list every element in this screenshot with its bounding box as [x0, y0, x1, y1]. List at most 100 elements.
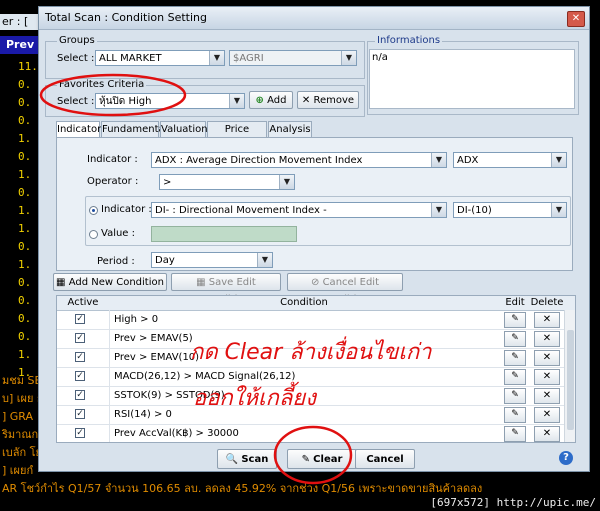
chevron-down-icon: ▼: [257, 253, 272, 267]
delete-icon[interactable]: ✕: [534, 388, 560, 404]
close-icon[interactable]: ✕: [567, 11, 585, 27]
edit-icon[interactable]: ✎: [504, 331, 526, 347]
background-number-column: 11. 0. 0. 0. 1. 0. 1. 0. 1. 1. 0. 1. 0. 0. 0. 0. 1. 1.: [0, 58, 40, 382]
chevron-down-icon: ▼: [209, 51, 224, 65]
delete-icon[interactable]: ✕: [534, 350, 560, 366]
tab-indicator[interactable]: Indicator: [56, 121, 101, 138]
active-checkbox[interactable]: ✓: [75, 371, 85, 381]
chevron-down-icon: ▼: [279, 175, 294, 189]
add-condition-label: Add New Condition: [68, 277, 164, 288]
table-scrollbar-thumb[interactable]: [567, 330, 574, 430]
active-checkbox[interactable]: ✓: [75, 352, 85, 362]
operator-select[interactable]: > ▼: [159, 174, 295, 190]
compare-indicator-label: Indicator :: [101, 204, 152, 215]
indicator-select[interactable]: ADX : Average Direction Movement Index ▼: [151, 152, 447, 168]
tab-valuation[interactable]: Valuation: [160, 121, 208, 137]
active-checkbox[interactable]: ✓: [75, 390, 85, 400]
edit-icon[interactable]: ✎: [504, 426, 526, 442]
search-icon: 🔍: [225, 454, 239, 465]
period-select[interactable]: Day ▼: [151, 252, 273, 268]
cancel-icon: ⊘: [311, 277, 320, 288]
active-checkbox[interactable]: ✓: [75, 333, 85, 343]
background-number: 1.: [18, 258, 32, 271]
background-number: 1.: [18, 168, 32, 181]
tab-analysis[interactable]: Analysis: [268, 121, 312, 137]
delete-icon[interactable]: ✕: [534, 312, 560, 328]
condition-text: Prev AccVal(K฿) > 30000: [109, 424, 504, 442]
chevron-down-icon: ▼: [431, 203, 446, 217]
remove-favorite-button[interactable]: ✕ Remove: [297, 91, 359, 109]
chevron-down-icon: ▼: [551, 203, 566, 217]
compare-indicator-value: DI- : Directional Movement Index -: [155, 205, 327, 216]
informations-value: n/a: [372, 52, 388, 63]
table-scrollbar[interactable]: [564, 310, 575, 442]
chevron-down-icon: ▼: [229, 94, 244, 108]
background-number: 1.: [18, 222, 32, 235]
background-number: 11.: [18, 60, 38, 73]
background-number: 0.: [18, 150, 32, 163]
value-radio[interactable]: [89, 230, 98, 239]
header-delete: Delete: [530, 297, 564, 308]
compare-indicator-radio[interactable]: [89, 206, 98, 215]
favorites-label: Favorites Criteria: [57, 79, 147, 90]
compare-param-select[interactable]: DI-(10) ▼: [453, 202, 567, 218]
indicator-param-select[interactable]: ADX ▼: [453, 152, 567, 168]
cancel-button-label: Cancel: [366, 454, 404, 465]
cancel-edit-condition-button[interactable]: ⊘ Cancel Edit Condition: [287, 273, 403, 305]
favorites-select[interactable]: หุ้นปิด High ▼: [95, 93, 245, 109]
table-row[interactable]: ✓ High > 0 ✎ ✕: [57, 310, 567, 330]
remove-button-label: Remove: [313, 95, 355, 106]
group-select[interactable]: ALL MARKET ▼: [95, 50, 225, 66]
delete-icon[interactable]: ✕: [534, 331, 560, 347]
background-number: 0.: [18, 240, 32, 253]
background-number: 0.: [18, 78, 32, 91]
group-select-value: ALL MARKET: [99, 53, 162, 64]
compare-indicator-select[interactable]: DI- : Directional Movement Index - ▼: [151, 202, 447, 218]
help-icon[interactable]: ?: [559, 451, 573, 465]
subgroup-select: $AGRI ▼: [229, 50, 357, 66]
background-number: 0.: [18, 276, 32, 289]
chevron-down-icon: ▼: [551, 153, 566, 167]
background-number: 0.: [18, 186, 32, 199]
add-icon: ⊕: [255, 95, 264, 106]
informations-textarea[interactable]: n/a: [369, 49, 575, 109]
active-checkbox[interactable]: ✓: [75, 314, 85, 324]
condition-text: High > 0: [109, 310, 504, 329]
cancel-button[interactable]: Cancel: [355, 449, 415, 469]
add-favorite-button[interactable]: ⊕ Add: [249, 91, 293, 109]
header-edit: Edit: [505, 297, 525, 308]
add-condition-button[interactable]: ▦ Add New Condition: [53, 273, 167, 291]
clear-button[interactable]: ✎ Clear: [287, 449, 357, 469]
delete-icon[interactable]: ✕: [534, 426, 560, 442]
edit-icon[interactable]: ✎: [504, 350, 526, 366]
delete-icon[interactable]: ✕: [534, 407, 560, 423]
conditions-table: Active Condition Edit Delete ✓ High > 0 ✎ ✕…: [56, 295, 576, 443]
delete-icon[interactable]: ✕: [534, 369, 560, 385]
background-number: 1.: [18, 204, 32, 217]
conditions-table-header: Active Condition Edit Delete: [57, 296, 575, 311]
edit-icon[interactable]: ✎: [504, 369, 526, 385]
background-number: 0.: [18, 294, 32, 307]
dialog-title: Total Scan : Condition Setting: [45, 11, 208, 24]
background-number: 1.: [18, 132, 32, 145]
header-condition: Condition: [280, 297, 328, 308]
group-select-label: Select :: [57, 53, 95, 64]
add-button-label: Add: [267, 95, 287, 106]
active-checkbox[interactable]: ✓: [75, 428, 85, 438]
annotation-text-line2: ออกให้เกลี้ยง: [193, 386, 316, 411]
active-checkbox[interactable]: ✓: [75, 409, 85, 419]
tab-price-pattern[interactable]: Price Pattern: [207, 121, 267, 150]
value-input[interactable]: [151, 226, 297, 242]
header-active: Active: [67, 297, 99, 308]
edit-icon[interactable]: ✎: [504, 312, 526, 328]
tab-fundamental[interactable]: Fundamental: [101, 121, 167, 137]
edit-icon[interactable]: ✎: [504, 407, 526, 423]
clear-icon: ✎: [301, 454, 310, 465]
scan-button[interactable]: 🔍 Scan: [217, 449, 277, 469]
table-row[interactable]: ✓ Prev AccVal(K฿) > 30000 ✎ ✕: [57, 424, 567, 442]
save-edit-condition-button[interactable]: ▦ Save Edit Condition: [171, 273, 281, 305]
background-number: 0.: [18, 96, 32, 109]
period-label: Period :: [97, 256, 135, 267]
edit-icon[interactable]: ✎: [504, 388, 526, 404]
informations-label: Informations: [375, 35, 443, 46]
